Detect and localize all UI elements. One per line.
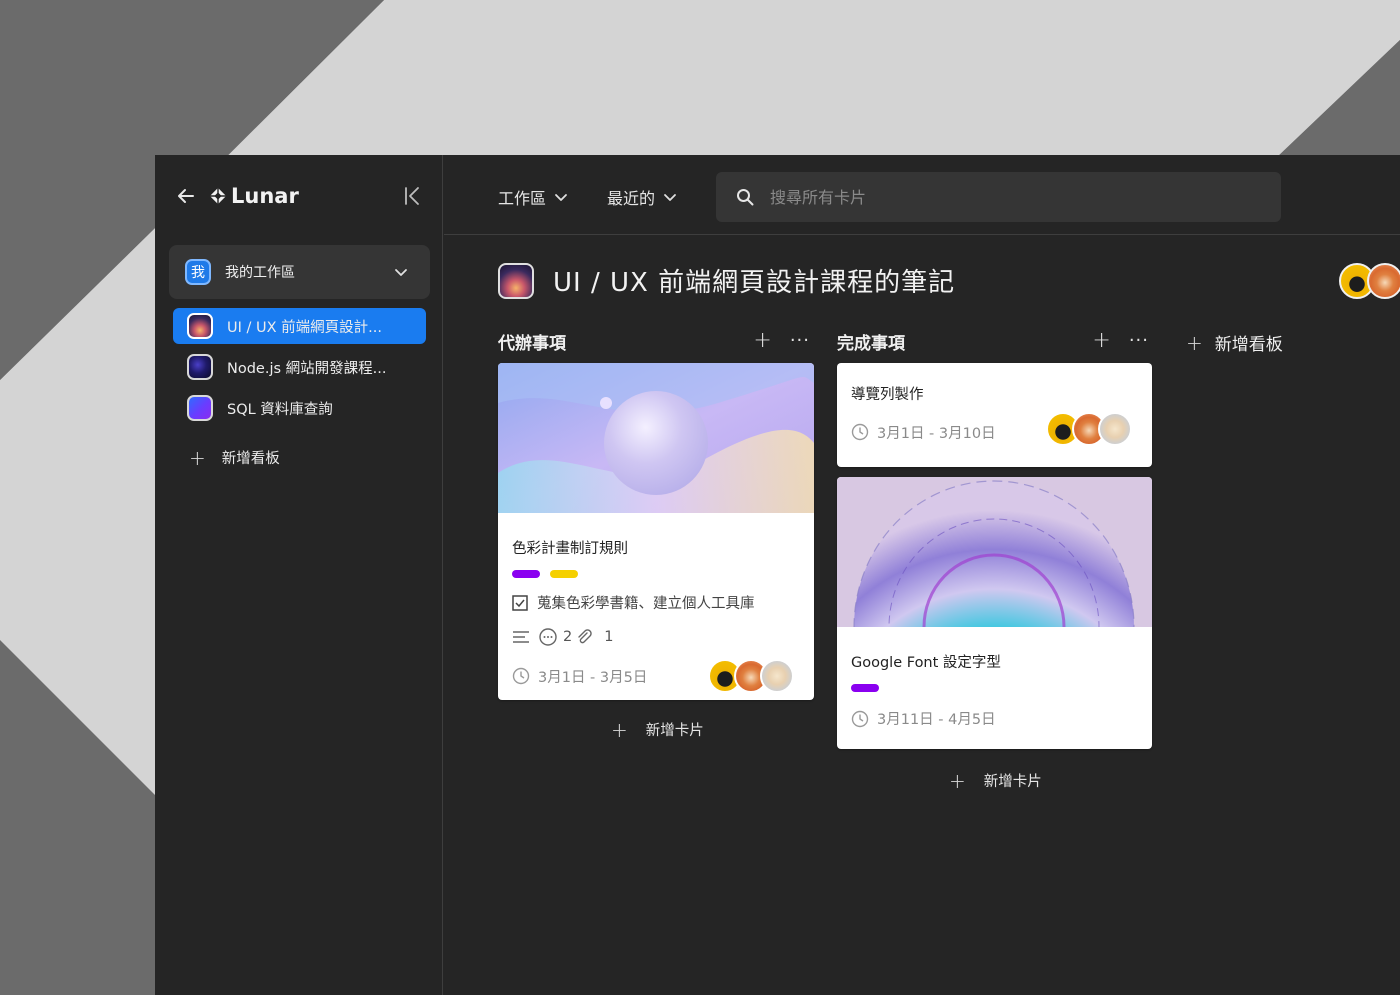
card-checklist: 蒐集色彩學書籍、建立個人工具庫 bbox=[512, 592, 800, 613]
column-header-todo: 代辦事項 + ··· bbox=[498, 328, 814, 354]
sidebar-add-board-button[interactable]: + 新增看板 bbox=[189, 447, 280, 468]
card-members bbox=[1046, 412, 1132, 446]
card-color-plan[interactable]: 色彩計畫制訂規則 蒐集色彩學書籍、建立個人工具庫 2 1 3月1日 - 3月5日 bbox=[498, 363, 814, 700]
card-title: 色彩計畫制訂規則 bbox=[512, 541, 628, 557]
column-actions: + ··· bbox=[1092, 328, 1149, 353]
workspace-avatar: 我 bbox=[185, 259, 211, 285]
clock-icon bbox=[851, 710, 869, 727]
board-members[interactable] bbox=[1339, 263, 1400, 299]
card-google-font[interactable]: Google Font 設定字型 3月11日 - 4月5日 bbox=[837, 477, 1152, 749]
logo-mark-icon bbox=[209, 187, 227, 205]
comment-icon bbox=[539, 628, 557, 646]
column-title: 完成事項 bbox=[837, 333, 905, 354]
logo: Lunar bbox=[209, 184, 299, 208]
recent-menu-label: 最近的 bbox=[607, 189, 656, 208]
card-meta: 2 1 bbox=[512, 627, 800, 647]
avatar bbox=[760, 659, 794, 693]
sidebar-item-sql-board[interactable]: SQL 資料庫查詢 bbox=[173, 390, 426, 426]
avatar bbox=[1098, 412, 1132, 446]
workspace-menu[interactable]: 工作區 bbox=[498, 185, 568, 209]
paperclip-icon bbox=[578, 629, 592, 644]
app-window: Lunar 我 我的工作區 UI / UX 前端網頁設計... Node.js … bbox=[155, 155, 1400, 995]
label-purple bbox=[512, 570, 540, 578]
label-yellow bbox=[550, 570, 578, 578]
comment-count: 2 bbox=[563, 629, 573, 645]
board-title-thumbnail bbox=[498, 262, 534, 299]
add-card-label: 新增卡片 bbox=[645, 723, 704, 739]
add-card-plus-icon[interactable]: + bbox=[753, 328, 771, 353]
plus-icon: + bbox=[611, 717, 628, 742]
workspace-label: 我的工作區 bbox=[225, 265, 295, 281]
card-date-text: 3月1日 - 3月10日 bbox=[877, 425, 996, 442]
arrow-left-icon[interactable] bbox=[175, 185, 197, 207]
board-list: UI / UX 前端網頁設計... Node.js 網站開發課程... SQL … bbox=[173, 308, 426, 431]
recent-menu[interactable]: 最近的 bbox=[607, 185, 677, 209]
card-date: 3月1日 - 3月10日 bbox=[851, 422, 996, 443]
column-title: 代辦事項 bbox=[498, 333, 566, 354]
card-members bbox=[708, 659, 794, 693]
plus-icon: + bbox=[189, 445, 206, 470]
plus-icon: + bbox=[949, 768, 966, 793]
workspace-menu-label: 工作區 bbox=[498, 189, 547, 208]
card-title: Google Font 設定字型 bbox=[851, 655, 1001, 671]
search-bar bbox=[716, 172, 1281, 222]
card-date-text: 3月11日 - 4月5日 bbox=[877, 712, 996, 728]
sidebar: Lunar 我 我的工作區 UI / UX 前端網頁設計... Node.js … bbox=[155, 155, 443, 995]
sidebar-item-label: UI / UX 前端網頁設計... bbox=[227, 319, 382, 336]
board-header: UI / UX 前端網頁設計課程的筆記 bbox=[498, 262, 955, 299]
sidebar-item-uiux-board[interactable]: UI / UX 前端網頁設計... bbox=[173, 308, 426, 344]
add-card-button-todo[interactable]: + 新增卡片 bbox=[611, 719, 704, 740]
card-navbar[interactable]: 導覽列製作 3月1日 - 3月10日 bbox=[837, 363, 1152, 467]
more-options-icon[interactable]: ··· bbox=[1129, 330, 1149, 351]
card-footer: 3月1日 - 3月10日 bbox=[851, 412, 1138, 446]
card-date-text: 3月1日 - 3月5日 bbox=[538, 669, 648, 686]
board-thumbnail bbox=[187, 354, 213, 380]
clock-icon bbox=[512, 667, 530, 685]
checklist-text: 蒐集色彩學書籍、建立個人工具庫 bbox=[537, 596, 755, 612]
add-card-label: 新增卡片 bbox=[983, 774, 1042, 790]
column-header-done: 完成事項 + ··· bbox=[837, 328, 1153, 354]
board-thumbnail bbox=[187, 313, 213, 339]
board-thumbnail bbox=[187, 395, 213, 421]
sidebar-item-label: Node.js 網站開發課程... bbox=[227, 360, 387, 377]
add-board-button[interactable]: + 新增看板 bbox=[1186, 330, 1283, 356]
attachment-count: 1 bbox=[604, 629, 614, 645]
label-purple bbox=[851, 684, 879, 692]
add-board-label: 新增看板 bbox=[1214, 335, 1283, 355]
search-input[interactable] bbox=[770, 187, 1250, 207]
topbar: 工作區 最近的 bbox=[444, 155, 1400, 235]
card-cover-image bbox=[837, 477, 1152, 749]
checkbox-checked-icon bbox=[512, 594, 528, 611]
sidebar-item-nodejs-board[interactable]: Node.js 網站開發課程... bbox=[173, 349, 426, 385]
card-cover-image bbox=[498, 363, 814, 513]
column-actions: + ··· bbox=[753, 328, 810, 353]
plus-icon: + bbox=[1186, 330, 1203, 355]
description-icon bbox=[513, 631, 529, 643]
clock-icon bbox=[851, 423, 869, 441]
card-labels bbox=[851, 684, 1138, 692]
card-labels bbox=[512, 570, 800, 578]
card-date: 3月1日 - 3月5日 bbox=[512, 666, 647, 687]
chevron-down-icon bbox=[395, 269, 407, 276]
add-card-plus-icon[interactable]: + bbox=[1092, 328, 1110, 353]
chevron-down-icon bbox=[555, 194, 567, 201]
workspace-selector[interactable]: 我 我的工作區 bbox=[169, 245, 430, 299]
avatar bbox=[1367, 263, 1400, 299]
logo-text: Lunar bbox=[231, 184, 299, 208]
sidebar-header: Lunar bbox=[175, 181, 423, 211]
add-board-label: 新增看板 bbox=[221, 451, 280, 467]
chevron-down-icon bbox=[664, 194, 676, 201]
more-options-icon[interactable]: ··· bbox=[790, 330, 810, 351]
card-title: 導覽列製作 bbox=[851, 387, 924, 403]
card-date: 3月11日 - 4月5日 bbox=[851, 708, 1138, 729]
page-title: UI / UX 前端網頁設計課程的筆記 bbox=[553, 268, 956, 298]
search-icon bbox=[737, 189, 754, 206]
add-card-button-done[interactable]: + 新增卡片 bbox=[949, 770, 1042, 791]
collapse-sidebar-icon[interactable] bbox=[401, 185, 423, 207]
card-footer: 3月1日 - 3月5日 bbox=[512, 659, 800, 693]
sidebar-item-label: SQL 資料庫查詢 bbox=[227, 401, 333, 418]
